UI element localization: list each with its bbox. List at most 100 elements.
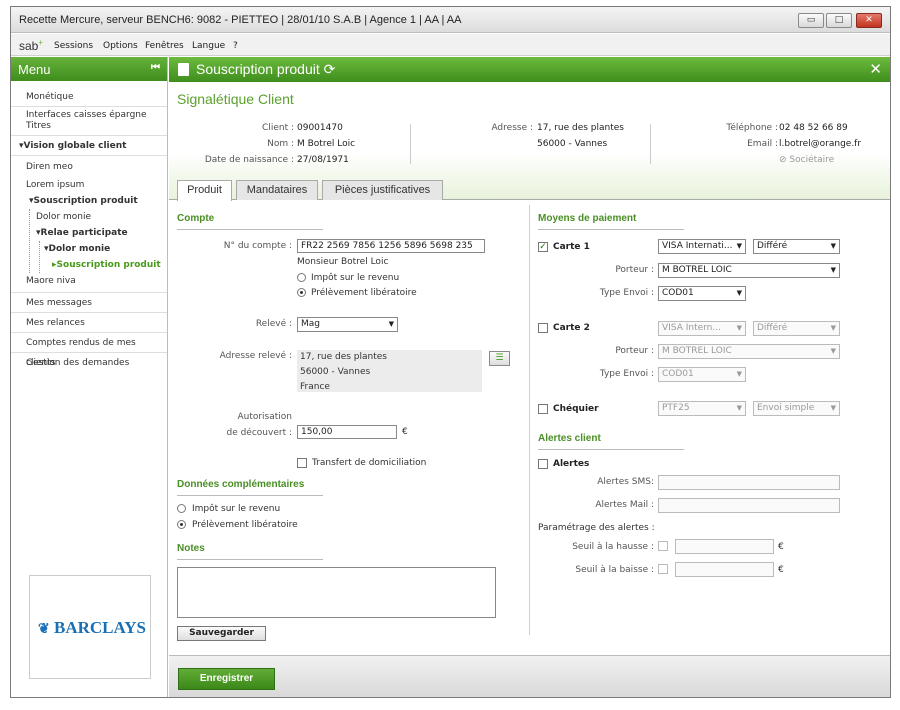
menu-fenetres[interactable]: Fenêtres xyxy=(145,41,184,51)
dropdown-arrow-icon: ▼ xyxy=(736,404,742,412)
tab-mandataires[interactable]: Mandataires xyxy=(236,180,318,200)
sidebar-header: Menu ⏮ xyxy=(11,57,167,81)
carte2-porteur-select[interactable]: M BOTREL LOIC ▼ xyxy=(658,344,840,359)
dropdown-arrow-icon: ▼ xyxy=(736,324,742,332)
eagle-icon: ❦ xyxy=(38,622,50,637)
menu-options[interactable]: Options xyxy=(103,41,138,51)
dropdown-arrow-icon: ▼ xyxy=(830,266,836,274)
telephone-label: Téléphone : xyxy=(726,123,778,133)
baisse-currency: € xyxy=(778,565,784,575)
adresse-line1: 17, rue des plantes xyxy=(537,123,624,133)
adresse-label: Adresse : xyxy=(491,123,533,133)
hausse-currency: € xyxy=(778,542,784,552)
sidebar: Menu ⏮ Monétique Interfaces caisses épar… xyxy=(11,57,168,697)
mail-input[interactable] xyxy=(658,498,840,513)
column-divider xyxy=(529,205,530,635)
sms-label: Alertes SMS: xyxy=(597,477,654,487)
transfert-label: Transfert de domiciliation xyxy=(312,458,427,468)
list-icon[interactable]: ☰ xyxy=(489,351,510,366)
chequier-checkbox[interactable] xyxy=(538,404,548,414)
dropdown-arrow-icon: ▼ xyxy=(830,404,836,412)
account-holder: Monsieur Botrel Loic xyxy=(297,257,389,267)
carte1-envoi-select[interactable]: COD01 ▼ xyxy=(658,286,746,301)
dob-value: 27/08/1971 xyxy=(297,155,349,165)
enregistrer-button[interactable]: Enregistrer xyxy=(178,668,275,690)
donnees-prelevement-radio[interactable] xyxy=(177,520,186,529)
carte2-porteur-label: Porteur : xyxy=(615,346,654,356)
sidebar-item-lorem-ipsum[interactable]: Lorem ipsum xyxy=(26,177,167,193)
adresse-line2: 56000 - Vannes xyxy=(537,139,608,149)
baisse-input[interactable] xyxy=(675,562,774,577)
panel-header: Souscription produit ⟳ ✕ xyxy=(169,57,890,82)
carte1-checkbox[interactable]: ✓ xyxy=(538,242,548,252)
baisse-label: Seuil à la baisse : xyxy=(575,565,654,575)
section-notes: Notes xyxy=(177,543,323,560)
hausse-checkbox[interactable] xyxy=(658,541,668,551)
minimize-button[interactable]: ▭ xyxy=(798,13,824,28)
carte1-porteur-select[interactable]: M BOTREL LOIC ▼ xyxy=(658,263,840,278)
sidebar-item-maore-niva[interactable]: Maore niva xyxy=(26,273,167,289)
telephone-value: 02 48 52 66 89 xyxy=(779,123,848,133)
carte2-label: Carte 2 xyxy=(553,323,590,333)
menu-langue[interactable]: Langue xyxy=(192,41,225,51)
hausse-input[interactable] xyxy=(675,539,774,554)
close-panel-button[interactable]: ✕ xyxy=(869,60,882,78)
sidebar-item-souscription[interactable]: ▾Souscription produit xyxy=(26,193,167,209)
baisse-checkbox[interactable] xyxy=(658,564,668,574)
sauvegarder-button[interactable]: Sauvegarder xyxy=(177,626,266,641)
carte2-envoi-select[interactable]: COD01 ▼ xyxy=(658,367,746,382)
sidebar-item-comptes-rendus[interactable]: Comptes rendus de mes clients xyxy=(11,333,167,368)
tab-pieces[interactable]: Pièces justificatives xyxy=(322,180,443,200)
carte2-type-select[interactable]: VISA Intern... ▼ xyxy=(658,321,746,336)
maximize-button[interactable]: □ xyxy=(826,13,852,28)
title-bar: Recette Mercure, serveur BENCH6: 9082 - … xyxy=(11,7,890,33)
carte2-checkbox[interactable] xyxy=(538,323,548,333)
close-window-button[interactable]: ✕ xyxy=(856,13,882,28)
nom-value: M Botrel Loic xyxy=(297,139,356,149)
sidebar-subtree: Diren meo Lorem ipsum ▾Souscription prod… xyxy=(11,156,167,293)
sidebar-item-diren-meo[interactable]: Diren meo xyxy=(26,159,167,175)
refresh-icon[interactable]: ⟳ xyxy=(324,61,336,77)
notes-textarea[interactable] xyxy=(177,567,496,618)
menu-bar: sab+ Sessions Options Fenêtres Langue ? xyxy=(11,34,890,56)
alertes-checkbox[interactable] xyxy=(538,459,548,469)
decouvert-input[interactable]: 150,00 xyxy=(297,425,397,439)
tab-bar: Produit Mandataires Pièces justificative… xyxy=(169,180,890,201)
sidebar-item-relae[interactable]: ▾Relae participate xyxy=(36,225,167,241)
menu-sessions[interactable]: Sessions xyxy=(54,41,93,51)
sidebar-item-relances[interactable]: Mes relances xyxy=(11,313,167,333)
carte2-mode-select[interactable]: Différé ▼ xyxy=(753,321,840,336)
window-title: Recette Mercure, serveur BENCH6: 9082 - … xyxy=(19,14,462,26)
transfert-checkbox[interactable] xyxy=(297,458,307,468)
sidebar-item-gestion[interactable]: Gestion des demandes xyxy=(11,353,167,373)
divider xyxy=(410,124,411,164)
client-label: Client : xyxy=(262,123,294,133)
donnees-impot-label: Impôt sur le revenu xyxy=(192,504,281,514)
footer-bar: Enregistrer xyxy=(169,655,890,697)
sidebar-item-interfaces[interactable]: Interfaces caisses épargne Titres xyxy=(11,107,167,136)
sidebar-item-messages[interactable]: Mes messages xyxy=(11,293,167,313)
sidebar-item-vision-globale[interactable]: ▾Vision globale client xyxy=(11,136,167,156)
releve-select[interactable]: Mag ▼ xyxy=(297,317,398,332)
sidebar-item-monetique[interactable]: Monétique xyxy=(11,87,167,107)
chequier-type-select[interactable]: PTF25 ▼ xyxy=(658,401,746,416)
section-compte: Compte xyxy=(177,213,323,230)
donnees-impot-radio[interactable] xyxy=(177,504,186,513)
produit-form: Compte N° du compte : FR22 2569 7856 125… xyxy=(169,201,890,655)
impot-radio[interactable] xyxy=(297,273,306,282)
tab-produit[interactable]: Produit xyxy=(177,180,232,201)
sidebar-item-dolor-monie[interactable]: Dolor monie xyxy=(36,209,167,225)
email-label: Email : xyxy=(747,139,778,149)
nom-label: Nom : xyxy=(267,139,294,149)
sidebar-item-souscription-active[interactable]: ▸Souscription produit xyxy=(44,257,167,273)
collapse-icon[interactable]: ⏮ xyxy=(151,62,160,73)
num-compte-input[interactable]: FR22 2569 7856 1256 5896 5698 235 xyxy=(297,239,485,253)
carte1-mode-select[interactable]: Différé ▼ xyxy=(753,239,840,254)
sms-input[interactable] xyxy=(658,475,840,490)
chequier-mode-select[interactable]: Envoi simple ▼ xyxy=(753,401,840,416)
menu-help[interactable]: ? xyxy=(233,41,238,51)
carte1-type-select[interactable]: VISA Internati... ▼ xyxy=(658,239,746,254)
sidebar-item-dolor-monie-2[interactable]: ▾Dolor monie xyxy=(44,241,167,257)
barclays-logo: ❦ BARCLAYS xyxy=(29,575,151,679)
prelevement-radio[interactable] xyxy=(297,288,306,297)
